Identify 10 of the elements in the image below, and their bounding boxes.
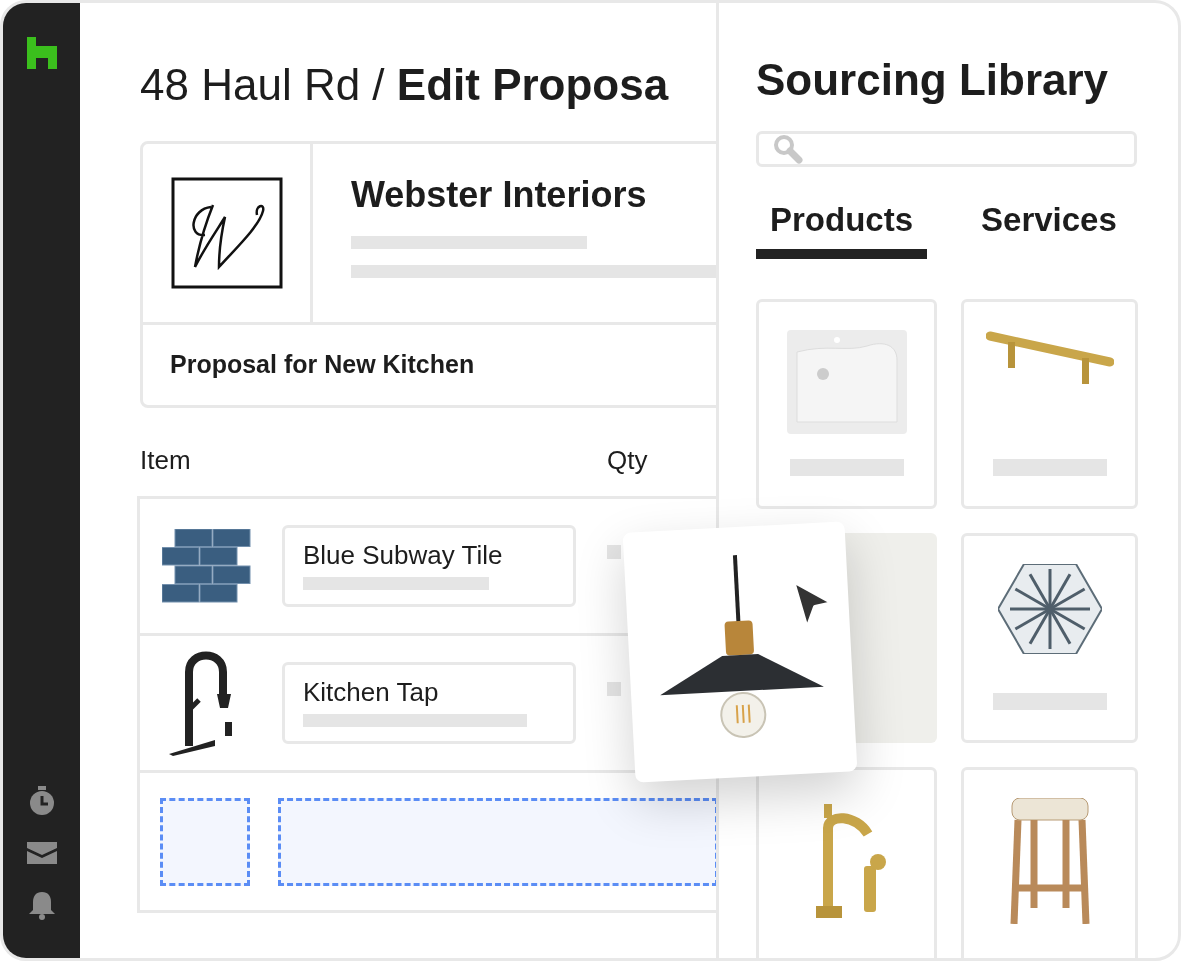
- item-name-field[interactable]: Blue Subway Tile: [282, 525, 576, 607]
- column-header: Qty: [607, 445, 648, 477]
- page-title: 48 Haul Rd / Edit Proposa: [140, 59, 670, 111]
- column-header: Item: [140, 445, 192, 477]
- library-tab[interactable]: Products: [756, 201, 928, 259]
- company-name: Webster Interiors: [351, 174, 648, 216]
- library-tab[interactable]: Services: [967, 201, 1131, 259]
- item-name-field[interactable]: Kitchen Tap: [282, 662, 576, 744]
- proposal-title: Proposal for New Kitchen: [169, 349, 476, 380]
- library-title: Sourcing Library: [755, 54, 1110, 105]
